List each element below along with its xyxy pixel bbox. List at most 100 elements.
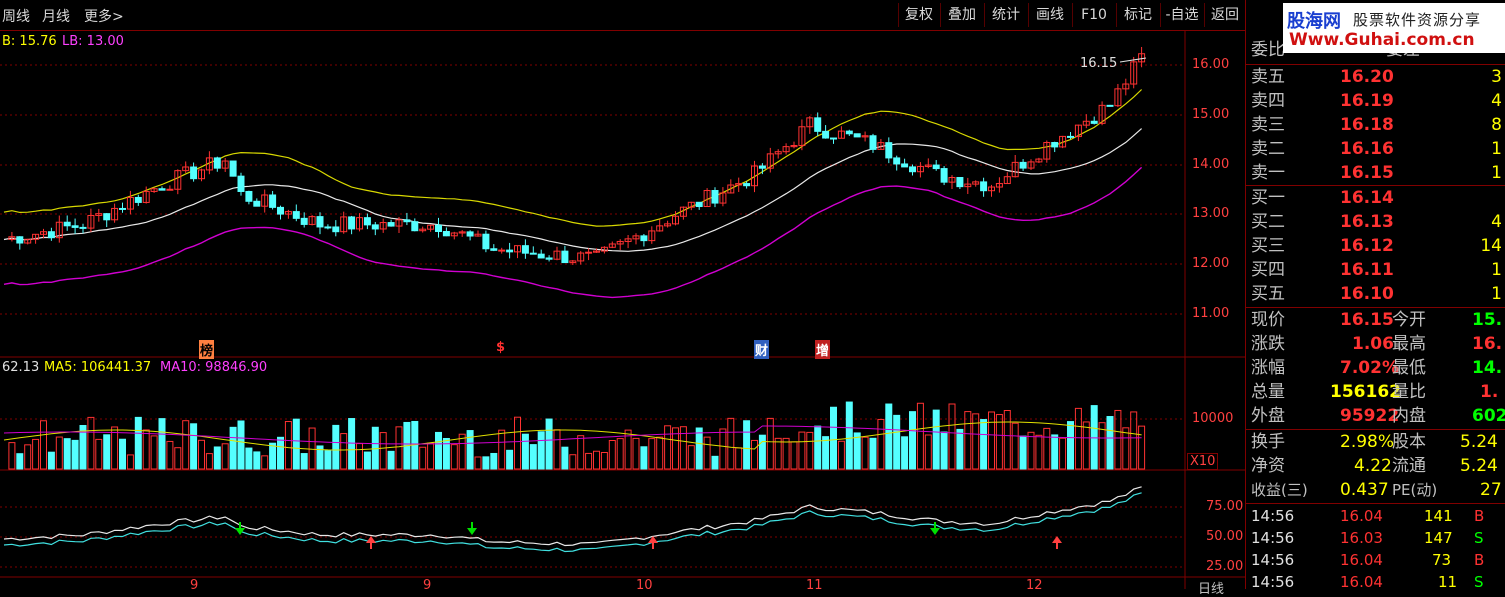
monthly-tab[interactable]: 月线	[42, 6, 70, 26]
sell-row[interactable]: 卖三 16.18 8	[1246, 113, 1505, 137]
dividend-marker[interactable]: $	[496, 340, 505, 355]
finance-marker[interactable]: 财	[754, 340, 770, 359]
stat-row: 收益(三) 0.437 PE(动) 27	[1246, 478, 1505, 502]
signal-arrow-icon	[467, 528, 477, 535]
volume-bar	[600, 451, 608, 470]
volume-bar	[893, 414, 901, 470]
volume-bar	[648, 438, 656, 470]
candle-body	[348, 216, 356, 230]
stat-value: 7.02%	[1340, 358, 1399, 378]
toolbar: 周线 月线 更多> 复权 叠加 统计 画线 F10 标记 -自选 返回	[0, 0, 1245, 31]
volume-bar	[687, 445, 695, 470]
buy-price: 16.12	[1340, 236, 1394, 256]
volume-bar	[332, 424, 340, 470]
volume-bar	[498, 429, 506, 470]
buy-row[interactable]: 买五 16.10 1	[1246, 282, 1505, 306]
candle-body	[253, 200, 261, 207]
increase-marker[interactable]: 增	[815, 340, 831, 359]
volume-bar	[198, 439, 205, 470]
sell-label: 卖三	[1251, 115, 1285, 135]
tick-volume: 147	[1424, 529, 1453, 547]
candle-body	[71, 225, 79, 228]
volume-bar	[711, 455, 719, 470]
draw-line-button[interactable]: 画线	[1028, 3, 1071, 27]
candle-body	[363, 217, 371, 226]
candle-body	[640, 235, 648, 242]
statistics-button[interactable]: 统计	[984, 3, 1027, 27]
buy-price: 16.13	[1340, 212, 1394, 232]
stat-label: 换手	[1251, 432, 1285, 452]
candle-body	[403, 219, 411, 223]
stat-label: 最高	[1392, 334, 1426, 354]
sell-row[interactable]: 卖四 16.19 4	[1246, 89, 1505, 113]
buy-row[interactable]: 买四 16.11 1	[1246, 258, 1505, 282]
volume-bar	[1138, 425, 1146, 470]
candle-body	[466, 231, 474, 237]
sell-row[interactable]: 卖五 16.20 3	[1246, 65, 1505, 89]
sell-row[interactable]: 卖一 16.15 1	[1246, 161, 1505, 185]
stat-value: 602	[1472, 406, 1505, 426]
buy-label: 买三	[1251, 236, 1285, 256]
overlay-button[interactable]: 叠加	[940, 3, 983, 27]
sell-row[interactable]: 卖二 16.16 1	[1246, 137, 1505, 161]
candle-body	[300, 217, 308, 225]
weekly-tab[interactable]: 周线	[2, 6, 30, 26]
buy-row[interactable]: 买一 16.14	[1246, 186, 1505, 210]
signal-arrow-icon	[235, 528, 245, 535]
volume-bar	[32, 438, 40, 470]
volume-bar	[514, 416, 521, 470]
volume-bar	[174, 447, 182, 470]
candle-body	[1051, 142, 1059, 148]
stat-label: 总量	[1251, 382, 1285, 402]
more-tab[interactable]: 更多>	[84, 6, 124, 26]
candle-body	[585, 251, 593, 254]
volume-bar	[932, 409, 940, 470]
volume-bar	[877, 418, 885, 470]
sell-volume: 4	[1491, 91, 1502, 111]
restore-rights-button[interactable]: 复权	[898, 3, 939, 27]
volume-bar	[1090, 405, 1098, 470]
volume-bar	[95, 438, 103, 470]
f10-button[interactable]: F10	[1072, 3, 1115, 27]
volume-bar	[308, 427, 316, 470]
volume-unit: X10	[1187, 453, 1219, 470]
volume-bar	[972, 413, 980, 470]
sell-label: 卖一	[1251, 163, 1285, 183]
price-tick: 11.00	[1192, 306, 1230, 321]
volume-bar	[435, 431, 442, 470]
indicator-tick: 25.00	[1206, 559, 1244, 574]
back-button[interactable]: 返回	[1204, 3, 1245, 27]
volume-bar	[885, 403, 893, 470]
volume-bar	[640, 446, 648, 470]
stat-value: 156162	[1330, 382, 1401, 402]
volume-bar	[924, 434, 932, 470]
ranking-marker[interactable]: 榜	[199, 340, 215, 359]
stat-row: 换手 2.98% 股本 5.24	[1246, 430, 1505, 454]
volume-bar	[458, 433, 466, 470]
volume-bar	[751, 439, 758, 470]
volume-bar	[142, 429, 150, 470]
stat-label: 收益(三)	[1251, 481, 1308, 499]
volume-bar	[506, 449, 514, 470]
stat-row: 涨跌 1.06 最高 16.	[1246, 332, 1505, 356]
buy-row[interactable]: 买二 16.13 4	[1246, 210, 1505, 234]
volume-bar	[284, 421, 292, 470]
mark-button[interactable]: 标记	[1116, 3, 1159, 27]
stock-chart-area[interactable]	[0, 0, 1245, 589]
remove-watchlist-button[interactable]: -自选	[1160, 3, 1203, 27]
candle-body	[213, 157, 221, 169]
stat-value: 5.24	[1460, 456, 1498, 476]
candle-body	[332, 226, 340, 233]
buy-label: 买一	[1251, 188, 1285, 208]
signal-arrow-icon	[930, 528, 940, 535]
candle-body	[893, 157, 901, 165]
volume-bar	[395, 426, 403, 470]
buy-volume: 1	[1491, 284, 1502, 304]
sell-price: 16.15	[1340, 163, 1394, 183]
volume-bar	[916, 402, 924, 470]
buy-row[interactable]: 买三 16.12 14	[1246, 234, 1505, 258]
volume-bar	[719, 428, 727, 470]
candle-body	[269, 194, 277, 208]
stat-row: 现价 16.15 今开 15.	[1246, 308, 1505, 332]
stat-label: 股本	[1392, 432, 1426, 452]
